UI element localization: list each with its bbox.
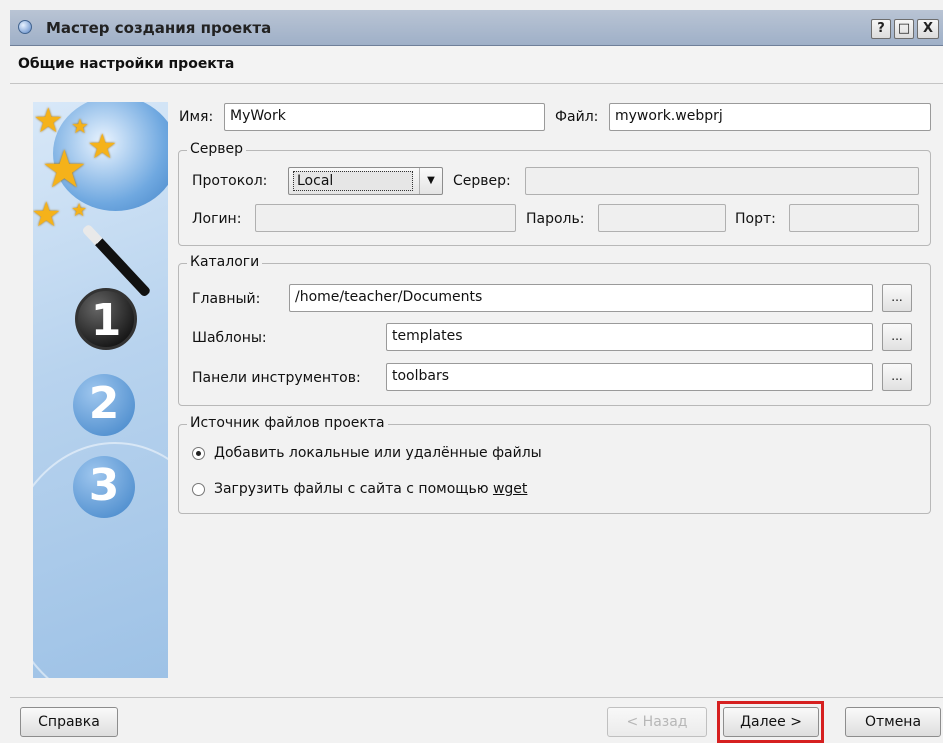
port-label: Порт: [735, 211, 776, 227]
password-label: Пароль: [526, 211, 585, 227]
login-input[interactable] [255, 204, 516, 232]
add-files-label[interactable]: Добавить локальные или удалённые файлы [214, 445, 542, 461]
file-input[interactable]: mywork.webprj [609, 103, 931, 131]
footer-separator [10, 697, 943, 698]
login-label: Логин: [192, 211, 242, 227]
protocol-value: Local [293, 171, 413, 191]
star-icon: ★ [33, 195, 62, 235]
server-input[interactable] [525, 167, 919, 195]
help-title-button[interactable]: ? [871, 19, 891, 39]
wget-label-word: wget [492, 481, 528, 497]
wget-label[interactable]: Загрузить файлы с сайта с помощью wget [214, 481, 527, 497]
port-input[interactable] [789, 204, 919, 232]
catalogs-legend: Каталоги [187, 254, 263, 270]
star-icon: ★ [71, 200, 88, 221]
toolbars-input[interactable]: toolbars [386, 363, 873, 391]
templates-input[interactable]: templates [386, 323, 873, 351]
server-label: Сервер: [453, 173, 511, 189]
cancel-button[interactable]: Отмена [845, 707, 941, 737]
browse-main-folder-button[interactable]: ... [882, 284, 912, 312]
step-3-icon: 3 [73, 456, 135, 518]
window-title: Мастер создания проекта [46, 19, 272, 37]
star-icon: ★ [41, 140, 88, 200]
app-icon [18, 20, 32, 34]
page-title: Общие настройки проекта [18, 56, 235, 72]
title-bar: Мастер создания проекта ? □ X [10, 10, 943, 46]
magic-wand-icon [81, 223, 152, 298]
step-1-icon: 1 [75, 288, 137, 350]
browse-toolbars-button[interactable]: ... [882, 363, 912, 391]
templates-label: Шаблоны: [192, 330, 267, 346]
file-label: Файл: [555, 109, 599, 125]
main-folder-input[interactable]: /home/teacher/Documents [289, 284, 873, 312]
help-button[interactable]: Справка [20, 707, 118, 737]
star-icon: ★ [33, 102, 64, 141]
protocol-label: Протокол: [192, 173, 268, 189]
name-label: Имя: [179, 109, 214, 125]
wget-radio[interactable] [192, 483, 205, 496]
name-input[interactable]: MyWork [224, 103, 545, 131]
source-legend: Источник файлов проекта [187, 415, 388, 431]
server-legend: Сервер [187, 141, 247, 157]
maximize-button[interactable]: □ [894, 19, 914, 39]
back-button[interactable]: < Назад [607, 707, 707, 737]
next-button-highlight [717, 701, 824, 743]
add-files-radio[interactable] [192, 447, 205, 460]
page-header: Общие настройки проекта [10, 46, 943, 84]
star-icon: ★ [87, 127, 118, 167]
source-group: Источник файлов проекта [178, 415, 931, 514]
main-folder-label: Главный: [192, 291, 261, 307]
protocol-select[interactable]: Local ▼ [288, 167, 443, 195]
browse-templates-button[interactable]: ... [882, 323, 912, 351]
chevron-down-icon: ▼ [419, 168, 442, 194]
wizard-side-image: ★ ★ ★ ★ ★ ★ 1 2 3 [33, 102, 168, 678]
close-button[interactable]: X [917, 19, 939, 39]
step-2-icon: 2 [73, 374, 135, 436]
wget-label-text: Загрузить файлы с сайта с помощью [214, 481, 493, 497]
password-input[interactable] [598, 204, 726, 232]
toolbars-label: Панели инструментов: [192, 370, 361, 386]
